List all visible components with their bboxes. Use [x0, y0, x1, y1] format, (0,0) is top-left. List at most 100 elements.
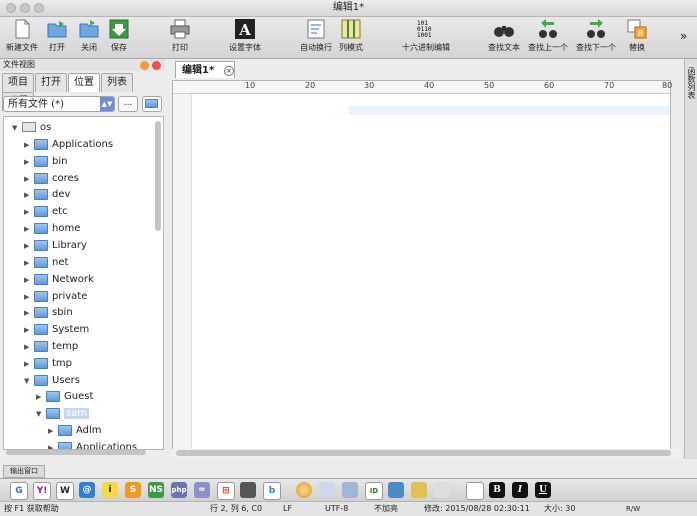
- tree-item[interactable]: ▶ Applications: [24, 137, 113, 153]
- tree-item-os[interactable]: ▼ os: [12, 120, 51, 136]
- file-filter-select[interactable]: 所有文件 (*) ▲▼: [3, 96, 115, 112]
- expand-triangle-icon[interactable]: ▶: [24, 221, 34, 237]
- expand-triangle-icon[interactable]: ▶: [24, 272, 34, 288]
- new-file-button[interactable]: 新建文件: [2, 18, 42, 56]
- expand-triangle-icon[interactable]: ▶: [48, 423, 58, 439]
- expand-triangle-icon[interactable]: ▶: [24, 238, 34, 254]
- print-button[interactable]: 打印: [167, 18, 193, 56]
- tree-item[interactable]: ▶ Network: [24, 272, 94, 288]
- expand-triangle-icon[interactable]: ▶: [24, 171, 34, 187]
- info-icon[interactable]: i: [102, 482, 118, 498]
- close-button[interactable]: 关闭: [76, 18, 102, 56]
- tree-item-selected[interactable]: ▼ sam: [36, 406, 90, 422]
- minimize-window-icon[interactable]: [20, 3, 30, 13]
- tree-item[interactable]: ▶ private: [24, 289, 87, 305]
- wave-icon[interactable]: ≈: [194, 482, 210, 498]
- table-icon[interactable]: [388, 482, 404, 498]
- link-icon[interactable]: [319, 482, 335, 498]
- function-list-panel[interactable]: 函数列表: [684, 59, 697, 459]
- column-mode-button[interactable]: 列模式: [337, 18, 365, 56]
- zoom-window-icon[interactable]: [34, 3, 44, 13]
- output-window-tab[interactable]: 输出窗口: [3, 465, 45, 478]
- tree-item[interactable]: ▶ net: [24, 255, 68, 271]
- bold-button[interactable]: B: [489, 482, 505, 498]
- windows-icon[interactable]: ⊞: [217, 482, 235, 500]
- toolbar-overflow-button[interactable]: »: [680, 29, 687, 43]
- tree-item[interactable]: ▼ Users: [24, 373, 80, 389]
- php-icon[interactable]: php: [171, 482, 187, 498]
- expand-triangle-icon[interactable]: ▼: [12, 120, 22, 136]
- tree-item[interactable]: ▶ tmp: [24, 356, 72, 372]
- tree-item[interactable]: ▶ temp: [24, 339, 78, 355]
- wikipedia-icon[interactable]: W: [56, 482, 74, 500]
- expand-triangle-icon[interactable]: ▶: [24, 187, 34, 203]
- id-icon[interactable]: ID: [365, 482, 383, 500]
- tree-item[interactable]: ▶ Guest: [36, 389, 93, 405]
- tree-item[interactable]: ▶ sbin: [24, 305, 73, 321]
- status-encoding[interactable]: UTF-8: [325, 502, 348, 516]
- expand-triangle-icon[interactable]: ▶: [24, 305, 34, 321]
- expand-triangle-icon[interactable]: ▶: [24, 255, 34, 271]
- find-next-button[interactable]: 查找下一个: [574, 18, 618, 56]
- open-button[interactable]: 打开: [44, 18, 70, 56]
- at-icon[interactable]: @: [79, 482, 95, 498]
- yahoo-icon[interactable]: Y!: [33, 482, 51, 500]
- stumble-icon[interactable]: S: [125, 482, 141, 498]
- replace-button[interactable]: B 替换: [624, 18, 650, 56]
- editor-hscrollbar[interactable]: [172, 449, 681, 458]
- tree-item[interactable]: ▶ System: [24, 322, 89, 338]
- tab-open[interactable]: 打开: [35, 73, 67, 92]
- expand-triangle-icon[interactable]: ▶: [24, 356, 34, 372]
- italic-button[interactable]: I: [512, 482, 528, 498]
- tree-item[interactable]: ▶ dev: [24, 187, 70, 203]
- tree-item[interactable]: ▶ home: [24, 221, 80, 237]
- tab-editor-document[interactable]: 编辑1* ×: [175, 61, 235, 78]
- pen-icon[interactable]: [411, 482, 427, 498]
- tree-item[interactable]: ▶ etc: [24, 204, 68, 220]
- close-panel-icon[interactable]: [152, 61, 161, 70]
- ns-icon[interactable]: NS: [148, 482, 164, 498]
- xml-icon[interactable]: [434, 482, 450, 498]
- word-wrap-button[interactable]: 自动换行: [298, 18, 334, 56]
- browse-button[interactable]: ...: [118, 96, 138, 112]
- tree-item[interactable]: ▶ Adlm: [48, 423, 102, 439]
- tree-item[interactable]: ▶ Applications: [48, 440, 137, 449]
- expand-triangle-icon[interactable]: ▶: [24, 322, 34, 338]
- expand-triangle-icon[interactable]: ▼: [24, 373, 34, 389]
- tab-location[interactable]: 位置: [68, 73, 100, 92]
- status-highlight[interactable]: 不加亮: [374, 502, 398, 516]
- expand-triangle-icon[interactable]: ▶: [24, 289, 34, 305]
- hex-edit-button[interactable]: 101 0110 1001 十六进制编辑: [400, 18, 452, 56]
- expand-triangle-icon[interactable]: ▶: [24, 154, 34, 170]
- tab-project[interactable]: 项目: [2, 73, 34, 92]
- anchor-icon[interactable]: [342, 482, 358, 498]
- tree-item[interactable]: ▶ Library: [24, 238, 87, 254]
- apple-icon[interactable]: [240, 482, 256, 498]
- tree-item[interactable]: ▶ cores: [24, 171, 79, 187]
- expand-triangle-icon[interactable]: ▶: [24, 204, 34, 220]
- find-text-button[interactable]: 查找文本: [486, 18, 522, 56]
- tree-item[interactable]: ▶ bin: [24, 154, 67, 170]
- expand-triangle-icon[interactable]: ▶: [36, 389, 46, 405]
- close-window-icon[interactable]: [6, 3, 16, 13]
- underline-button[interactable]: U: [535, 482, 551, 498]
- file-tree[interactable]: ▼ os ▶ Applications ▶ bin ▶ cores ▶ dev ▶ etc …: [3, 116, 164, 450]
- minimize-panel-icon[interactable]: [140, 61, 149, 70]
- close-tab-icon[interactable]: ×: [224, 66, 234, 76]
- tree-scrollbar[interactable]: [155, 121, 161, 231]
- tree-hscrollbar[interactable]: [6, 450, 146, 455]
- list-icon[interactable]: [466, 482, 484, 500]
- folder-browse-button[interactable]: [142, 96, 162, 112]
- expand-triangle-icon[interactable]: ▶: [24, 339, 34, 355]
- set-font-button[interactable]: A 设置字体: [226, 18, 264, 56]
- expand-triangle-icon[interactable]: ▶: [24, 137, 34, 153]
- expand-triangle-icon[interactable]: ▶: [48, 440, 58, 449]
- scrollbar-thumb[interactable]: [176, 450, 671, 456]
- text-editor[interactable]: 10 20 30 40 50 60 70 80: [172, 80, 672, 457]
- status-line-ending[interactable]: LF: [283, 502, 292, 516]
- expand-triangle-icon[interactable]: ▼: [36, 406, 46, 422]
- find-prev-button[interactable]: 查找上一个: [526, 18, 570, 56]
- tab-list[interactable]: 列表: [101, 73, 133, 92]
- color-picker-icon[interactable]: [296, 482, 312, 498]
- save-button[interactable]: 保存: [106, 18, 132, 56]
